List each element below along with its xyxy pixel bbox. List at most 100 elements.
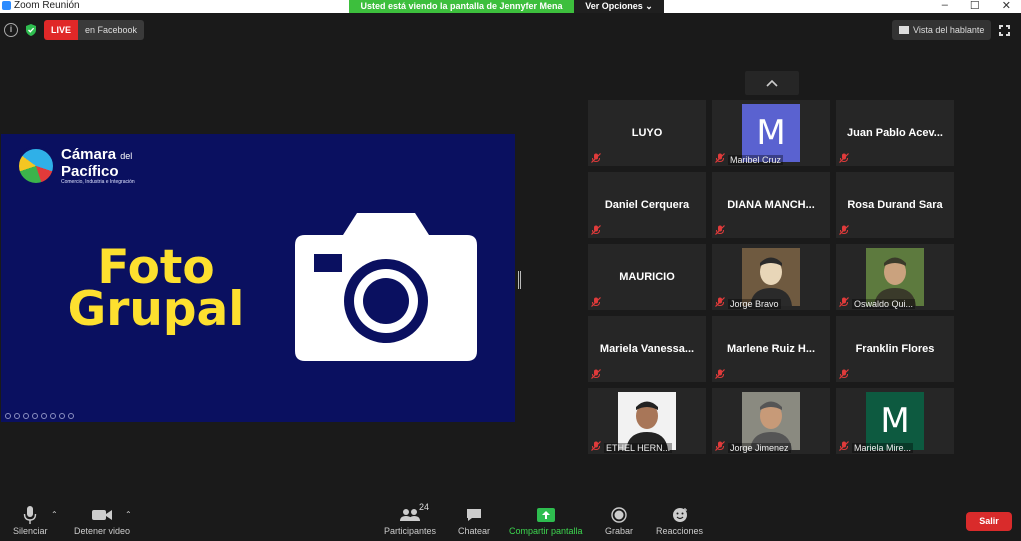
participant-tile[interactable]: Daniel Cerquera	[588, 172, 706, 238]
brand-line1: Cámara	[61, 146, 117, 163]
participant-label: ETHEL HERN...	[604, 443, 673, 453]
slide-control-icon[interactable]	[68, 413, 74, 419]
reactions-label: Reacciones	[656, 526, 704, 536]
participant-avatar: M	[866, 392, 924, 450]
microphone-icon	[24, 506, 37, 524]
stop-video-label: Detener video	[74, 526, 131, 536]
participants-count: 24	[419, 502, 430, 512]
info-icon[interactable]: i	[4, 23, 18, 37]
mute-button[interactable]: Silenciar	[13, 504, 48, 536]
muted-mic-icon	[715, 297, 725, 307]
brand-line2: Pacífico	[61, 163, 119, 180]
reactions-button[interactable]: Reacciones	[656, 504, 703, 536]
fullscreen-icon[interactable]	[998, 24, 1011, 37]
participants-label: Participantes	[384, 526, 437, 536]
record-label: Grabar	[605, 526, 634, 536]
participant-video	[742, 248, 800, 306]
participant-tile[interactable]: DIANA MANCH...	[712, 172, 830, 238]
participant-name: Mariela Vanessa...	[599, 343, 695, 355]
live-target: en Facebook	[78, 20, 145, 40]
participant-name: Marlene Ruiz H...	[726, 343, 816, 355]
shared-screen: Cámara del Pacífico Comercio, Industria …	[1, 134, 515, 422]
participant-tile[interactable]: Rosa Durand Sara	[836, 172, 954, 238]
muted-mic-icon	[839, 297, 849, 307]
speaker-view-button[interactable]: Vista del hablante	[892, 20, 992, 40]
chevron-up-icon	[766, 79, 778, 87]
muted-mic-icon	[839, 153, 849, 163]
leave-meeting-button[interactable]: Salir	[966, 512, 1012, 531]
participant-name: Franklin Flores	[855, 343, 935, 355]
app-title: Zoom Reunión	[2, 0, 80, 11]
record-icon	[611, 507, 627, 523]
participant-tile[interactable]: LUYO	[588, 100, 706, 166]
slide-control-icon[interactable]	[14, 413, 20, 419]
speaker-view-icon	[899, 26, 909, 34]
participant-label: Oswaldo Qui...	[852, 299, 916, 309]
record-button[interactable]: Grabar	[605, 504, 633, 536]
muted-mic-icon	[839, 369, 849, 379]
participants-button[interactable]: 24 Participantes	[384, 502, 437, 536]
participant-video	[618, 392, 676, 450]
participant-avatar: M	[742, 104, 800, 162]
participant-tile[interactable]: Marlene Ruiz H...	[712, 316, 830, 382]
muted-mic-icon	[591, 369, 601, 379]
audio-options-caret-icon[interactable]: ⌃	[51, 510, 58, 519]
video-camera-icon	[92, 510, 113, 520]
minimize-button[interactable]: –	[942, 0, 948, 12]
mute-label: Silenciar	[13, 526, 48, 536]
stop-video-button[interactable]: Detener video	[74, 504, 130, 536]
smiley-icon	[672, 508, 687, 522]
muted-mic-icon	[715, 369, 725, 379]
slide-control-icon[interactable]	[23, 413, 29, 419]
slide-control-icon[interactable]	[5, 413, 11, 419]
slide-control-icon[interactable]	[50, 413, 56, 419]
participant-tile[interactable]: Franklin Flores	[836, 316, 954, 382]
brand-tagline: Comercio, Industria e Integración	[61, 179, 135, 185]
participant-tile[interactable]: Mariela Vanessa...	[588, 316, 706, 382]
participant-name: LUYO	[631, 127, 663, 139]
shield-icon[interactable]	[24, 23, 38, 37]
window-controls: – ☐ ✕	[942, 0, 1011, 12]
view-options-button[interactable]: Ver Opciones ⌄	[574, 0, 664, 13]
maximize-button[interactable]: ☐	[970, 0, 980, 12]
participant-tile[interactable]: M Mariela Mire...	[836, 388, 954, 454]
participant-tile[interactable]: ETHEL HERN...	[588, 388, 706, 454]
window-title: Zoom Reunión	[14, 0, 80, 11]
participant-name: DIANA MANCH...	[727, 199, 815, 211]
meeting-toolbar: Silenciar ⌃ Detener video ⌃ 24 Participa…	[0, 493, 1021, 541]
participant-tile[interactable]: M Maribel Cruz	[712, 100, 830, 166]
screen-share-banner: Usted está viendo la pantalla de Jennyfe…	[349, 0, 664, 13]
slide-heading: Foto Grupal	[56, 244, 256, 337]
meeting-status: i LIVE en Facebook	[4, 20, 145, 40]
live-stream-indicator[interactable]: LIVE en Facebook	[44, 20, 145, 40]
muted-mic-icon	[839, 225, 849, 235]
participant-name: Rosa Durand Sara	[847, 199, 943, 211]
participant-tile[interactable]: Jorge Jimenez	[712, 388, 830, 454]
close-button[interactable]: ✕	[1002, 0, 1011, 12]
chat-icon	[467, 509, 482, 521]
slide-controls[interactable]	[5, 413, 74, 419]
share-screen-button[interactable]: Compartir pantalla	[509, 504, 583, 536]
video-options-caret-icon[interactable]: ⌃	[125, 510, 132, 519]
slide-control-icon[interactable]	[41, 413, 47, 419]
participant-tile[interactable]: Oswaldo Qui...	[836, 244, 954, 310]
participant-tile[interactable]: MAURICIO	[588, 244, 706, 310]
live-badge: LIVE	[44, 20, 79, 40]
slide-control-icon[interactable]	[32, 413, 38, 419]
share-screen-label: Compartir pantalla	[509, 526, 583, 536]
globe-logo-icon	[16, 146, 56, 186]
participant-tile[interactable]: Jorge Bravo	[712, 244, 830, 310]
participant-label: Mariela Mire...	[852, 443, 914, 453]
scroll-up-button[interactable]	[745, 71, 799, 95]
slide-heading-line2: Grupal	[67, 282, 245, 337]
muted-mic-icon	[591, 153, 601, 163]
panel-splitter[interactable]	[518, 271, 521, 289]
meeting-area: i LIVE en Facebook Vista del hablante Cá…	[0, 13, 1021, 541]
slide-control-icon[interactable]	[59, 413, 65, 419]
chat-button[interactable]: Chatear	[458, 504, 490, 536]
participant-tile[interactable]: Juan Pablo Acev...	[836, 100, 954, 166]
muted-mic-icon	[591, 297, 601, 307]
share-screen-icon	[536, 508, 555, 522]
share-message: Usted está viendo la pantalla de Jennyfe…	[349, 0, 574, 13]
brand-del: del	[120, 151, 133, 161]
